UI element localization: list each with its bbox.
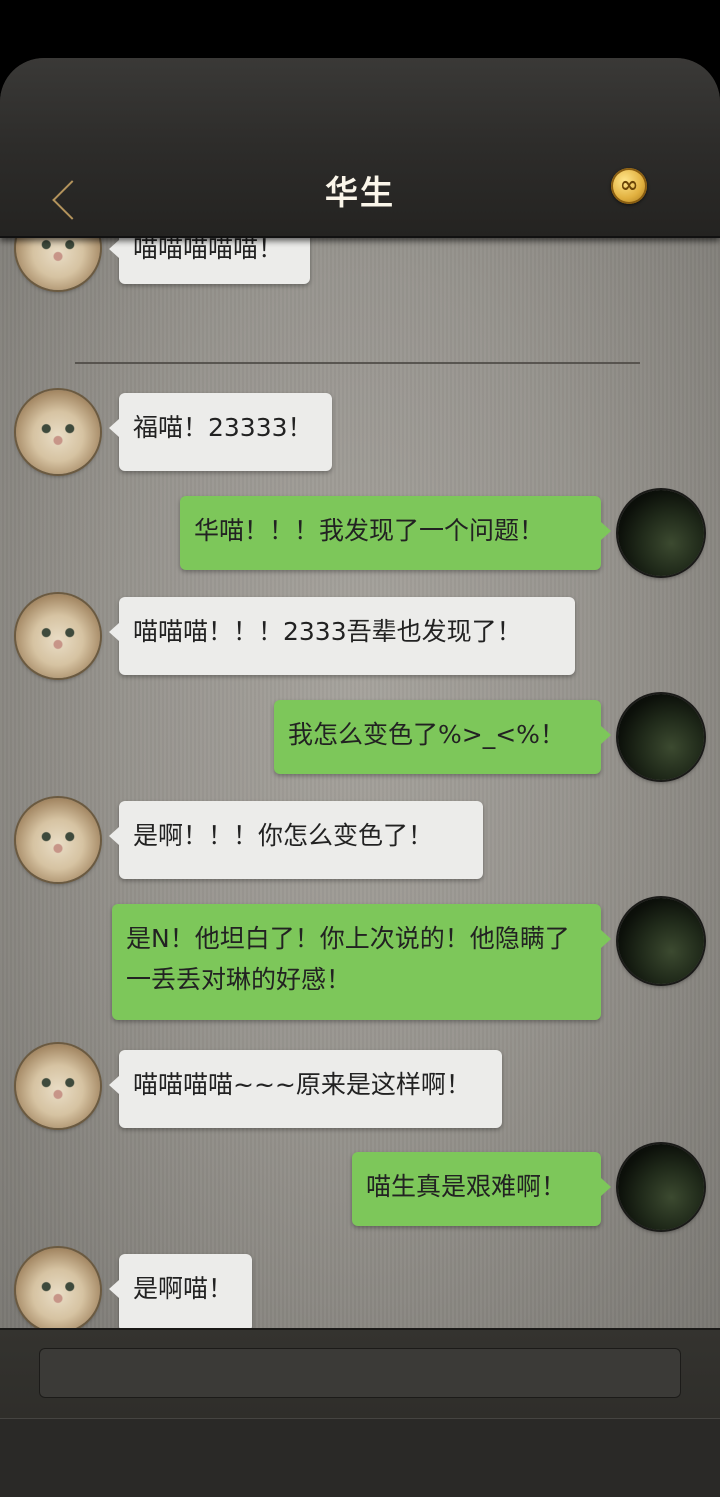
cat-avatar[interactable] (16, 594, 100, 678)
reply-input-bar[interactable] (39, 1348, 681, 1398)
infinity-coin-icon[interactable]: ∞ (611, 168, 647, 204)
user-avatar[interactable] (618, 694, 704, 780)
cat-avatar[interactable] (16, 238, 100, 290)
user-avatar[interactable] (618, 1144, 704, 1230)
chat-area[interactable]: 喵喵喵喵喵！ 福喵！23333！ 华喵！！！我发现了一个问题！ 喵喵喵！！！23… (0, 238, 720, 1328)
cat-avatar[interactable] (16, 390, 100, 474)
message-bubble-left: 喵喵喵喵喵！ (109, 238, 310, 284)
message-bubble-left: 是啊！！！你怎么变色了！ (109, 801, 483, 879)
cat-avatar[interactable] (16, 1248, 100, 1328)
message-bubble-left: 福喵！23333！ (109, 393, 332, 471)
message-bubble-left: 喵喵喵！！！2333吾辈也发现了！ (109, 597, 575, 675)
bottom-bar (0, 1328, 720, 1497)
message-bubble-right: 是N！他坦白了！你上次说的！他隐瞒了一丢丢对琳的好感！ (112, 904, 611, 1020)
message-bubble-right: 我怎么变色了%>_<%！ (274, 700, 611, 774)
top-bar: 华生 ∞ (0, 58, 720, 238)
message-bubble-left: 是啊喵！ (109, 1254, 252, 1328)
cat-avatar[interactable] (16, 1044, 100, 1128)
message-bubble-right: 华喵！！！我发现了一个问题！ (180, 496, 611, 570)
user-avatar[interactable] (618, 898, 704, 984)
phone-screen: 华生 ∞ 喵喵喵喵喵！ 福喵！23333！ 华喵！！！我发现了一个问题！ 喵喵喵… (0, 58, 720, 1497)
divider-line (75, 362, 640, 364)
cat-avatar[interactable] (16, 798, 100, 882)
message-bubble-right: 喵生真是艰难啊！ (352, 1152, 611, 1226)
message-bubble-left: 喵喵喵喵~~~原来是这样啊！ (109, 1050, 502, 1128)
user-avatar[interactable] (618, 490, 704, 576)
bottom-panel (0, 1418, 720, 1497)
